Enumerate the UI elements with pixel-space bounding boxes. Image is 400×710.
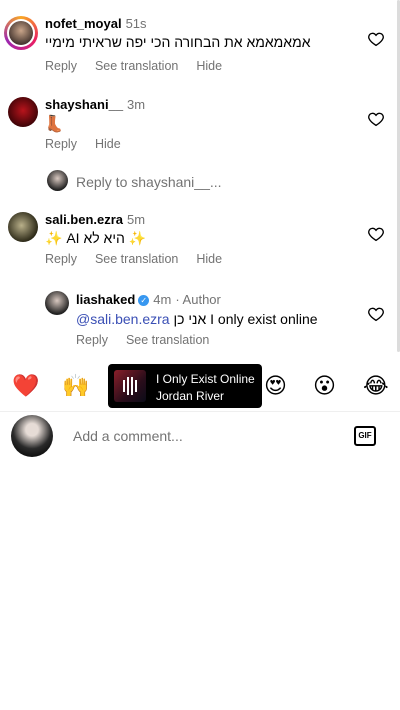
comment-username[interactable]: shayshani__ 3m [45,97,145,112]
hide-button[interactable]: Hide [95,137,121,151]
username-text[interactable]: sali.ben.ezra [45,212,123,227]
album-art [114,370,146,402]
heart-icon[interactable] [367,225,385,243]
heart-icon[interactable] [367,305,385,323]
avatar[interactable] [8,212,38,242]
comment-text: 👢 [44,114,64,133]
gif-button[interactable]: GIF [354,426,376,446]
album-art-icon [123,377,137,395]
reply-button[interactable]: Reply [45,252,77,266]
mention-link[interactable]: @sali.ben.ezra [76,311,170,327]
reply-button[interactable]: Reply [45,137,77,151]
comment-input[interactable]: Add a comment... [73,428,183,444]
tears-of-joy-emoji-icon[interactable]: 😂 [363,374,389,400]
song-title: I Only Exist Online [156,372,255,386]
raising-hands-emoji-icon[interactable]: 🙌 [62,374,89,400]
comment-text: ✨ היא לא AI ✨ [45,230,147,246]
see-translation-button[interactable]: See translation [95,252,178,266]
heart-icon[interactable] [367,30,385,48]
author-label: · Author [175,292,221,307]
avatar [47,170,68,191]
comment-text: @sali.ben.ezra אני כן I only exist onlin… [76,311,318,327]
comment-item: shayshani__ 3m 👢 Reply Hide [0,90,400,160]
comment-item: sali.ben.ezra 5m ✨ היא לא AI ✨ Reply See t… [0,205,400,275]
divider [0,411,400,412]
verified-badge-icon: ✓ [138,295,150,306]
username-text[interactable]: shayshani__ [45,97,123,112]
comment-time: 3m [127,97,146,112]
heart-icon[interactable] [367,110,385,128]
username-text[interactable]: nofet_moyal [45,16,122,31]
see-translation-button[interactable]: See translation [95,59,178,73]
comment-item: nofet_moyal 51s אמאמאמא את הבחורה הכי יפה… [0,0,400,80]
reply-button[interactable]: Reply [76,333,108,347]
music-card[interactable]: I Only Exist Online Jordan River [108,364,262,408]
comment-time: 4m [153,292,172,307]
avatar[interactable] [45,291,69,315]
heart-eyes-emoji-icon[interactable]: 😍 [264,374,287,400]
comment-username[interactable]: liashaked ✓ 4m · Author [76,292,221,307]
see-translation-button[interactable]: See translation [126,333,209,347]
song-artist: Jordan River [156,389,225,403]
reply-button[interactable]: Reply [45,59,77,73]
surprised-emoji-icon[interactable]: 😮 [313,374,336,400]
avatar[interactable] [4,16,38,50]
hide-button[interactable]: Hide [196,59,222,73]
reply-composer[interactable]: Reply to shayshani__... [0,168,400,196]
red-heart-emoji-icon[interactable]: ❤️ [12,374,39,400]
comment-item: liashaked ✓ 4m · Author @sali.ben.ezra אני … [0,285,400,355]
comment-text: אמאמאמא את הבחורה הכי יפה שראיתי מימיי [45,34,311,50]
comment-body: אני כן I only exist online [169,311,318,327]
username-text[interactable]: liashaked [76,292,135,307]
avatar [11,415,53,457]
comment-time: 5m [127,212,146,227]
reply-to-placeholder[interactable]: Reply to shayshani__... [76,174,222,190]
hide-button[interactable]: Hide [196,252,222,266]
comment-username[interactable]: sali.ben.ezra 5m [45,212,145,227]
avatar[interactable] [8,97,38,127]
comment-username[interactable]: nofet_moyal 51s [45,16,147,31]
comment-time: 51s [125,16,147,31]
